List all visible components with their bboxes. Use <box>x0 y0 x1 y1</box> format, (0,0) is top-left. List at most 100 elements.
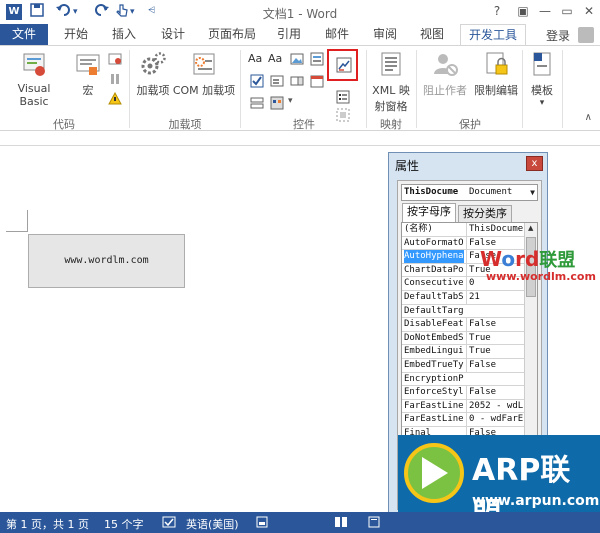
property-value[interactable]: 0 - wdFarE <box>466 413 524 427</box>
restore-button[interactable]: ▭ <box>556 2 578 20</box>
property-row[interactable]: DoNotEmbedS True <box>402 331 524 346</box>
rich-text-control-icon[interactable]: Aa <box>248 52 268 66</box>
property-value[interactable]: 21 <box>466 291 524 304</box>
property-name: EnforceStyl <box>404 387 464 398</box>
properties-close-button[interactable]: x <box>526 156 543 171</box>
record-macro-icon[interactable] <box>108 52 122 66</box>
group-label-mapping: 映射 <box>380 118 402 131</box>
legacy-tools-dropdown-icon[interactable]: ▾ <box>288 96 302 110</box>
tab-page-layout[interactable]: 页面布局 <box>203 24 261 46</box>
scroll-up-icon[interactable]: ▲ <box>528 224 533 232</box>
property-row[interactable]: DefaultTabS 21 <box>402 291 524 305</box>
com-addins-label: COM 加载项 <box>172 84 236 97</box>
tab-developer[interactable]: 开发工具 <box>460 24 526 46</box>
repeating-section-control-icon[interactable] <box>250 96 264 110</box>
close-button[interactable]: ✕ <box>578 2 600 20</box>
group-divider <box>522 50 523 128</box>
restrict-editing-lock-icon <box>482 50 510 78</box>
sign-in-link[interactable]: 登录 <box>546 27 570 44</box>
tab-view[interactable]: 视图 <box>413 24 451 46</box>
macro-recording-icon[interactable] <box>256 516 268 531</box>
group-label-protect: 保护 <box>459 118 481 131</box>
object-selector-dropdown[interactable]: ThisDocume Document ▼ <box>401 184 538 201</box>
help-button[interactable]: ? <box>486 2 508 20</box>
proofing-icon[interactable] <box>162 516 176 531</box>
property-value[interactable]: False <box>466 386 524 400</box>
restrict-editing-label: 限制编辑 <box>474 84 518 97</box>
tab-review[interactable]: 审阅 <box>366 24 404 46</box>
tab-file[interactable]: 文件 <box>0 24 48 46</box>
tab-categorized[interactable]: 按分类序 <box>458 205 512 222</box>
object-type: Document <box>469 187 513 197</box>
property-row[interactable]: FarEastLine 2052 - wdL <box>402 399 524 414</box>
com-addins-icon <box>190 50 218 78</box>
word-count[interactable]: 15 个字 <box>104 516 144 532</box>
activex-command-button[interactable]: www.wordlm.com <box>28 234 185 288</box>
picture-control-icon[interactable] <box>290 52 304 66</box>
pause-recording-icon[interactable] <box>108 72 122 86</box>
macros-icon <box>74 50 102 78</box>
block-authors-button[interactable]: 阻止作者 <box>418 50 472 98</box>
plain-text-control-icon[interactable]: Aa <box>268 52 288 66</box>
arp-url-text: www.arpun.com <box>472 493 600 509</box>
print-layout-icon[interactable] <box>368 516 380 531</box>
document-template-button[interactable]: 模板 ▾ <box>524 50 560 108</box>
ribbon-developer: Visual Basic 宏 代码 加载项 COM 加载项 加载项 Aa Aa <box>0 45 600 131</box>
group-divider <box>240 50 241 128</box>
property-value[interactable]: False <box>466 318 524 332</box>
xml-mapping-label-line1: XML 映 <box>372 84 410 97</box>
property-row[interactable]: DefaultTarg <box>402 305 524 319</box>
language-indicator[interactable]: 英语(美国) <box>186 516 239 532</box>
xml-mapping-pane-button[interactable]: XML 映 射窗格 <box>368 50 414 114</box>
property-row[interactable]: FarEastLine 0 - wdFarE <box>402 413 524 427</box>
tab-design[interactable]: 设计 <box>153 24 193 46</box>
property-value[interactable]: False <box>466 359 524 372</box>
property-row[interactable]: (名称) ThisDocume <box>402 223 524 237</box>
group-divider <box>366 50 367 128</box>
block-authors-label: 阻止作者 <box>423 84 467 97</box>
property-value[interactable]: True <box>466 331 524 345</box>
group-label-addins: 加载项 <box>168 118 202 131</box>
addins-label: 加载项 <box>136 84 170 97</box>
document-title: 文档1 - Word <box>262 7 338 21</box>
properties-icon[interactable] <box>336 90 350 104</box>
avatar[interactable] <box>578 27 594 43</box>
minimize-button[interactable]: — <box>534 2 556 20</box>
tab-mailings[interactable]: 邮件 <box>318 24 356 46</box>
property-value[interactable]: True <box>466 345 524 359</box>
com-addins-button[interactable]: COM 加载项 <box>172 50 236 98</box>
property-row[interactable]: EmbedTrueTy False <box>402 359 524 373</box>
property-row[interactable]: EncryptionP <box>402 373 524 387</box>
tab-home[interactable]: 开始 <box>56 24 96 46</box>
property-value[interactable]: ThisDocume <box>466 223 524 236</box>
template-dropdown-icon: ▾ <box>539 98 545 108</box>
tab-insert[interactable]: 插入 <box>104 24 144 46</box>
checkbox-control-icon[interactable] <box>250 74 264 88</box>
building-block-control-icon[interactable] <box>310 52 324 66</box>
dropdown-list-control-icon[interactable] <box>290 74 304 88</box>
macro-security-icon[interactable] <box>108 91 122 106</box>
combo-box-control-icon[interactable] <box>270 74 284 88</box>
date-picker-control-icon[interactable] <box>310 74 324 88</box>
property-row[interactable]: EnforceStyl False <box>402 386 524 400</box>
property-row[interactable]: EmbedLingui True <box>402 345 524 359</box>
property-row[interactable]: DisableFeat False <box>402 318 524 332</box>
property-value[interactable]: 2052 - wdL <box>466 399 524 413</box>
play-icon <box>422 457 448 489</box>
ribbon-display-options-icon[interactable]: ▣ <box>512 2 534 20</box>
restrict-editing-button[interactable]: 限制编辑 <box>472 50 520 98</box>
page-count[interactable]: 第 1 页，共 1 页 <box>6 516 89 532</box>
watermark-letters-rd: rd <box>515 247 540 271</box>
read-mode-icon[interactable] <box>334 516 348 531</box>
macros-button[interactable]: 宏 <box>72 50 104 98</box>
collapse-ribbon-icon[interactable]: ∧ <box>585 112 592 123</box>
tab-alphabetic[interactable]: 按字母序 <box>402 203 456 222</box>
legacy-tools-icon[interactable] <box>270 96 284 110</box>
design-mode-icon[interactable] <box>336 57 352 73</box>
addins-gear-icon <box>139 50 167 78</box>
addins-button[interactable]: 加载项 <box>134 50 172 98</box>
visual-basic-button[interactable]: Visual Basic <box>2 50 66 108</box>
property-name: DisableFeat <box>404 319 464 330</box>
tab-references[interactable]: 引用 <box>270 24 308 46</box>
wordlm-watermark-logo: Word联盟 <box>480 246 575 272</box>
